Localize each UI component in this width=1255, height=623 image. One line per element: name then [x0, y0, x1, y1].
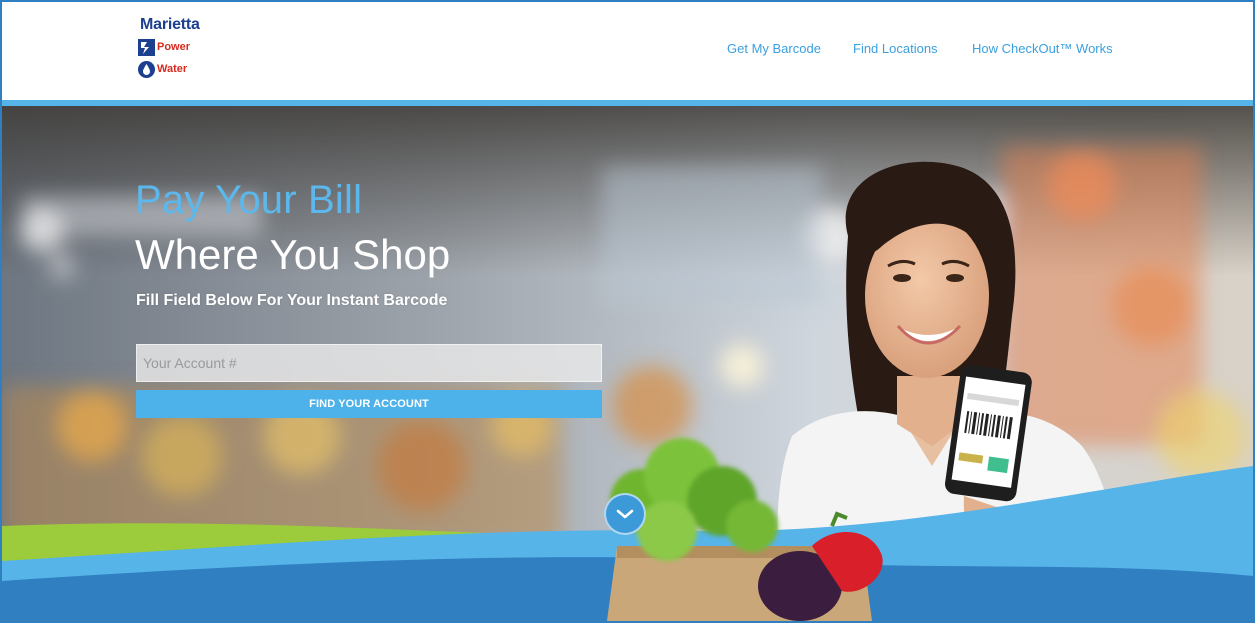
- hero-headline-line1: Pay Your Bill: [135, 178, 363, 222]
- scroll-down-button[interactable]: [604, 493, 646, 535]
- nav-how-checkout-works[interactable]: How CheckOut™ Works: [972, 41, 1113, 56]
- nav-find-locations[interactable]: Find Locations: [853, 41, 938, 56]
- page-frame: Marietta Power Water Get My Barcode Find…: [0, 0, 1255, 623]
- hero-subheadline: Fill Field Below For Your Instant Barcod…: [136, 292, 448, 309]
- hero-headline-line2: Where You Shop: [135, 231, 451, 278]
- chevron-down-icon: [616, 509, 634, 519]
- logo-water-label: Water: [157, 63, 188, 75]
- account-number-input[interactable]: [136, 344, 602, 382]
- logo-water-row: Water: [138, 60, 187, 78]
- nav-get-my-barcode[interactable]: Get My Barcode: [727, 41, 821, 56]
- water-drop-icon: [138, 60, 155, 78]
- hero-section: Pay Your Bill Where You Shop Fill Field …: [2, 106, 1253, 621]
- site-header: Marietta Power Water Get My Barcode Find…: [2, 2, 1253, 100]
- main-nav: Get My Barcode Find Locations How CheckO…: [2, 41, 1253, 61]
- find-your-account-button[interactable]: FIND YOUR ACCOUNT: [136, 390, 602, 418]
- logo-wordmark: Marietta: [140, 16, 200, 33]
